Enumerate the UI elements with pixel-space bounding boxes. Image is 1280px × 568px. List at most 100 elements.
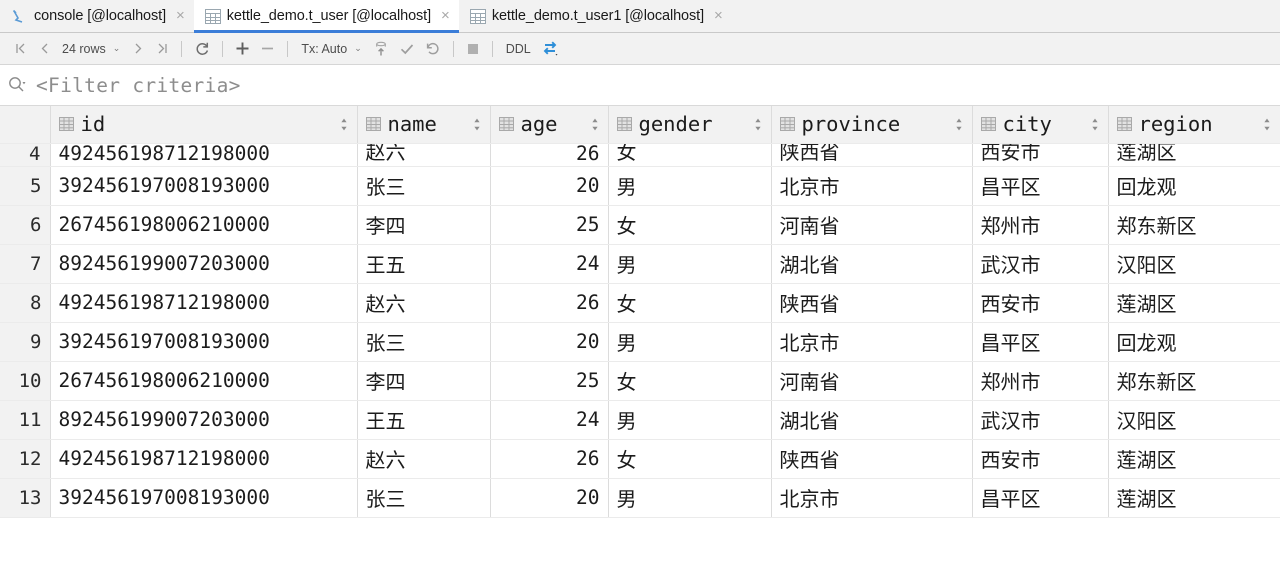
cell-region[interactable]: 莲湖区 [1108, 439, 1280, 479]
cell-city[interactable]: 昌平区 [972, 166, 1109, 206]
cell-province[interactable]: 湖北省 [771, 244, 973, 284]
cell-province[interactable]: 河南省 [771, 205, 973, 245]
transaction-mode-dropdown[interactable]: Tx: Auto ⌄ [295, 37, 367, 61]
cell-name[interactable]: 张三 [357, 478, 491, 518]
cell-gender[interactable]: 男 [608, 400, 772, 440]
cell-name[interactable]: 赵六 [357, 283, 491, 323]
cell-province[interactable]: 陕西省 [771, 143, 973, 167]
cell-city[interactable]: 昌平区 [972, 322, 1109, 362]
cell-province[interactable]: 北京市 [771, 322, 973, 362]
column-header-age[interactable]: age [490, 106, 609, 144]
cell-age[interactable]: 24 [490, 244, 609, 284]
cell-name[interactable]: 张三 [357, 322, 491, 362]
tab-kettle-demo-t-user1[interactable]: kettle_demo.t_user1 [@localhost] × [459, 0, 732, 32]
row-count-dropdown[interactable]: 24 rows ⌄ [56, 37, 126, 61]
table-row[interactable]: 10 267456198006210000 李四 25 女 河南省 郑州市 郑东… [0, 361, 1280, 401]
cell-age[interactable]: 20 [490, 166, 609, 206]
row-number[interactable]: 4 [0, 143, 51, 167]
cell-city[interactable]: 郑州市 [972, 361, 1109, 401]
sort-indicator-icon[interactable] [754, 118, 763, 131]
cell-province[interactable]: 河南省 [771, 361, 973, 401]
cell-region[interactable]: 莲湖区 [1108, 283, 1280, 323]
tab-kettle-demo-t-user[interactable]: kettle_demo.t_user [@localhost] × [193, 0, 459, 33]
cell-name[interactable]: 王五 [357, 244, 491, 284]
delete-row-button[interactable] [255, 37, 280, 61]
cell-city[interactable]: 昌平区 [972, 478, 1109, 518]
table-row[interactable]: 8 492456198712198000 赵六 26 女 陕西省 西安市 莲湖区 [0, 283, 1280, 323]
column-header-province[interactable]: province [771, 106, 973, 144]
cell-gender[interactable]: 女 [608, 361, 772, 401]
cell-city[interactable]: 武汉市 [972, 244, 1109, 284]
submit-changes-button[interactable] [368, 37, 394, 61]
next-page-button[interactable] [126, 37, 150, 61]
cell-age[interactable]: 26 [490, 439, 609, 479]
cell-age[interactable]: 20 [490, 322, 609, 362]
ddl-button[interactable]: DDL [500, 37, 537, 61]
row-number-header[interactable] [0, 106, 51, 144]
cell-region[interactable]: 回龙观 [1108, 166, 1280, 206]
row-number[interactable]: 6 [0, 205, 51, 245]
table-row[interactable]: 4 492456198712198000 赵六 26 女 陕西省 西安市 莲湖区 [0, 143, 1280, 167]
commit-button[interactable] [394, 37, 420, 61]
cell-name[interactable]: 王五 [357, 400, 491, 440]
cell-city[interactable]: 西安市 [972, 143, 1109, 167]
cell-province[interactable]: 北京市 [771, 166, 973, 206]
export-data-button[interactable] [537, 37, 565, 61]
cell-region[interactable]: 郑东新区 [1108, 361, 1280, 401]
cell-id[interactable]: 267456198006210000 [50, 205, 358, 245]
row-number[interactable]: 5 [0, 166, 51, 206]
cell-gender[interactable]: 男 [608, 478, 772, 518]
first-page-button[interactable] [8, 37, 32, 61]
tab-close-icon[interactable]: × [176, 8, 185, 25]
cell-region[interactable]: 郑东新区 [1108, 205, 1280, 245]
cell-id[interactable]: 392456197008193000 [50, 166, 358, 206]
stop-button[interactable] [461, 37, 485, 61]
cell-city[interactable]: 西安市 [972, 283, 1109, 323]
refresh-button[interactable] [189, 37, 215, 61]
cell-age[interactable]: 26 [490, 143, 609, 167]
table-row[interactable]: 6 267456198006210000 李四 25 女 河南省 郑州市 郑东新… [0, 205, 1280, 245]
cell-id[interactable]: 392456197008193000 [50, 478, 358, 518]
column-header-region[interactable]: region [1108, 106, 1280, 144]
add-row-button[interactable] [230, 37, 255, 61]
cell-age[interactable]: 24 [490, 400, 609, 440]
cell-province[interactable]: 北京市 [771, 478, 973, 518]
cell-gender[interactable]: 男 [608, 166, 772, 206]
sort-indicator-icon[interactable] [1263, 118, 1272, 131]
cell-gender[interactable]: 男 [608, 322, 772, 362]
cell-age[interactable]: 20 [490, 478, 609, 518]
row-number[interactable]: 7 [0, 244, 51, 284]
cell-age[interactable]: 26 [490, 283, 609, 323]
rollback-button[interactable] [420, 37, 446, 61]
sort-indicator-icon[interactable] [473, 118, 482, 131]
cell-region[interactable]: 回龙观 [1108, 322, 1280, 362]
cell-gender[interactable]: 男 [608, 244, 772, 284]
row-number[interactable]: 10 [0, 361, 51, 401]
cell-city[interactable]: 武汉市 [972, 400, 1109, 440]
cell-province[interactable]: 湖北省 [771, 400, 973, 440]
sort-indicator-icon[interactable] [955, 118, 964, 131]
cell-gender[interactable]: 女 [608, 439, 772, 479]
cell-city[interactable]: 郑州市 [972, 205, 1109, 245]
sort-indicator-icon[interactable] [1091, 118, 1100, 131]
cell-name[interactable]: 赵六 [357, 439, 491, 479]
cell-gender[interactable]: 女 [608, 205, 772, 245]
cell-province[interactable]: 陕西省 [771, 283, 973, 323]
cell-age[interactable]: 25 [490, 205, 609, 245]
row-number[interactable]: 8 [0, 283, 51, 323]
row-number[interactable]: 12 [0, 439, 51, 479]
sort-indicator-icon[interactable] [591, 118, 600, 131]
prev-page-button[interactable] [32, 37, 56, 61]
cell-id[interactable]: 492456198712198000 [50, 439, 358, 479]
cell-province[interactable]: 陕西省 [771, 439, 973, 479]
cell-region[interactable]: 莲湖区 [1108, 143, 1280, 167]
cell-name[interactable]: 李四 [357, 205, 491, 245]
cell-id[interactable]: 267456198006210000 [50, 361, 358, 401]
cell-gender[interactable]: 女 [608, 283, 772, 323]
cell-region[interactable]: 莲湖区 [1108, 478, 1280, 518]
cell-id[interactable]: 492456198712198000 [50, 283, 358, 323]
table-row[interactable]: 13 392456197008193000 张三 20 男 北京市 昌平区 莲湖… [0, 478, 1280, 518]
tab-close-icon[interactable]: × [714, 8, 723, 25]
sort-indicator-icon[interactable] [340, 118, 349, 131]
search-icon[interactable] [7, 75, 27, 95]
